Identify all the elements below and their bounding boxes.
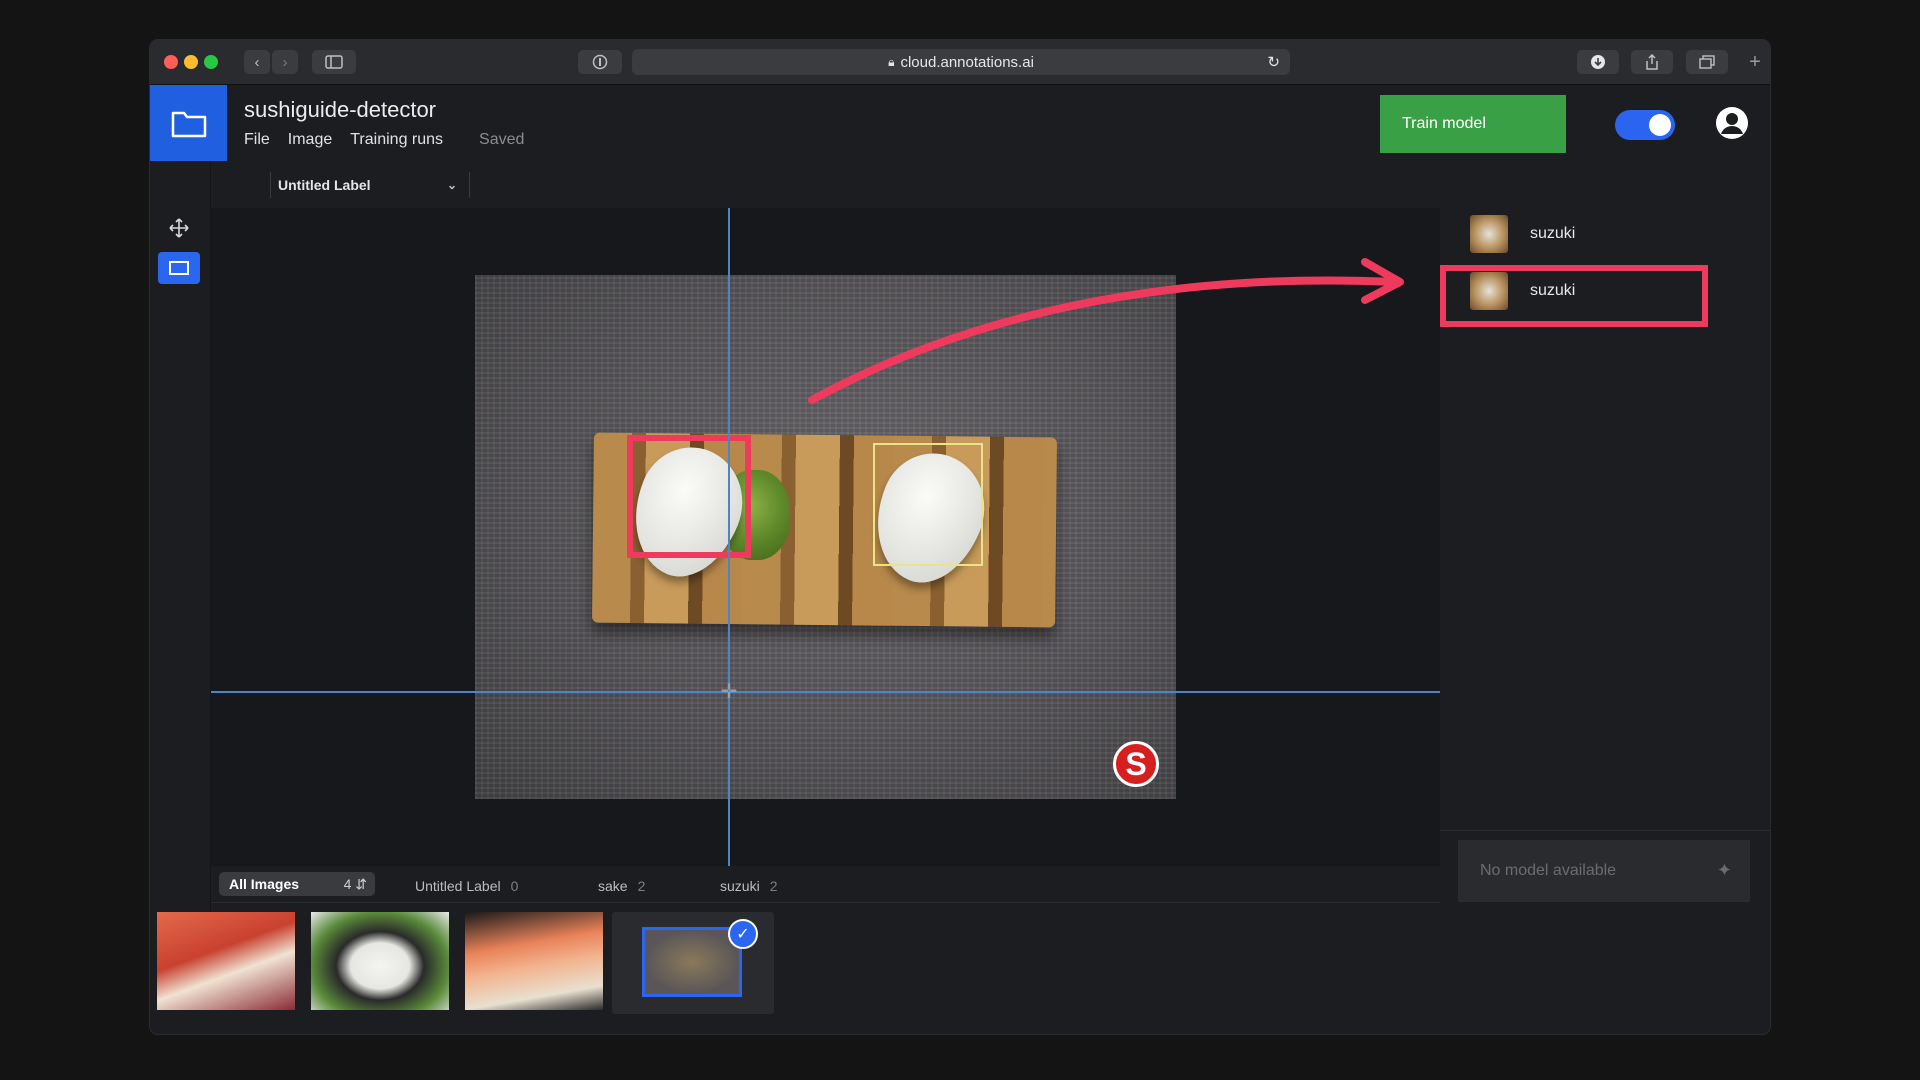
filter-suzuki[interactable]: suzuki 2 [720,878,777,894]
filter-count: 2 [637,878,646,894]
all-images-label: All Images [229,876,300,892]
bounding-box-left-highlight[interactable] [627,435,751,558]
move-tool-icon[interactable] [158,212,200,244]
mode-toggle[interactable] [1615,110,1675,140]
annotation-label: suzuki [1530,225,1576,242]
all-images-count: 4 ⇵ [343,875,367,892]
menu-training-runs[interactable]: Training runs [350,131,443,149]
zoom-window-button[interactable] [204,55,218,69]
annotated-image: S [475,275,1176,799]
download-icon[interactable] [1577,50,1619,74]
all-images-filter[interactable]: All Images 4 ⇵ [219,872,375,896]
back-icon[interactable]: ‹ [244,50,270,74]
minimize-window-button[interactable] [184,55,198,69]
label-dropdown-value: Untitled Label [278,177,371,193]
filter-name: Untitled Label [415,878,501,894]
brand-logo: S [1113,741,1159,787]
bounding-box-right[interactable] [873,443,983,566]
annotation-highlight-box [1440,265,1708,327]
toggle-knob [1649,114,1671,136]
chevron-down-icon: ⌄ [446,178,457,192]
selected-thumbnail-tile[interactable]: ✓ [612,912,774,1014]
checkmark-icon: ✓ [728,919,758,949]
filter-name: suzuki [720,878,760,894]
annotation-canvas[interactable]: S ✛ [211,208,1440,866]
image-thumbnail[interactable] [311,912,449,1010]
forward-icon[interactable]: › [272,50,298,74]
share-icon[interactable] [1631,50,1673,74]
lock-icon: 🔒︎ [888,54,895,69]
crosshair-horizontal [211,691,1440,693]
reload-icon[interactable]: ↻ [1267,53,1280,71]
image-thumbnail[interactable] [642,927,742,997]
box-tool-icon[interactable] [158,252,200,284]
annotation-thumbnail [1470,215,1508,253]
menu-image[interactable]: Image [288,131,332,149]
browser-window: ‹ › 🔒︎ cloud.annotations.ai ↻ + sushigui… [150,40,1770,1034]
user-avatar-icon[interactable] [1714,105,1750,141]
image-thumbnail-strip: ✓ [150,903,1440,1034]
new-tab-icon[interactable]: + [1744,50,1766,74]
privacy-report-icon[interactable] [578,50,622,74]
tool-rail [150,162,211,912]
filter-name: sake [598,878,628,894]
save-status: Saved [479,131,525,148]
tabs-overview-icon[interactable] [1686,50,1728,74]
filter-sake[interactable]: sake 2 [598,878,645,894]
train-model-button[interactable]: Train model [1380,95,1566,153]
annotation-panel: suzuki suzuki No model available ✦ [1440,162,1770,1034]
filter-count: 0 [510,878,519,894]
project-title: sushiguide-detector [244,97,437,122]
close-window-button[interactable] [164,55,178,69]
sidebar-toggle-icon[interactable] [312,50,356,74]
filter-count: 2 [769,878,778,894]
menu-file[interactable]: File [244,131,270,149]
model-placeholder: No model available [1480,862,1617,879]
label-dropdown[interactable]: Untitled Label ⌄ [270,172,470,198]
address-bar[interactable]: 🔒︎ cloud.annotations.ai ↻ [632,49,1290,75]
magic-wand-icon[interactable]: ✦ [1717,860,1732,881]
annotation-item[interactable]: suzuki [1440,210,1770,258]
folder-icon[interactable] [150,85,227,161]
image-thumbnail[interactable] [465,912,603,1010]
app-header: sushiguide-detector File Image Training … [150,85,1770,161]
filter-untitled-label[interactable]: Untitled Label 0 [415,878,518,894]
url-text: cloud.annotations.ai [900,53,1034,71]
model-selector[interactable]: No model available ✦ [1458,840,1750,902]
image-filters: All Images 4 ⇵ Untitled Label 0 sake 2 suz… [211,866,1440,903]
menu-bar: File Image Training runs Saved [244,131,524,149]
label-bar: Untitled Label ⌄ [210,162,1590,208]
crosshair-vertical [728,208,730,866]
panel-divider [1440,830,1770,831]
image-thumbnail[interactable] [157,912,295,1010]
browser-titlebar: ‹ › 🔒︎ cloud.annotations.ai ↻ + [150,40,1770,85]
crosshair-center-icon: ✛ [720,681,738,703]
